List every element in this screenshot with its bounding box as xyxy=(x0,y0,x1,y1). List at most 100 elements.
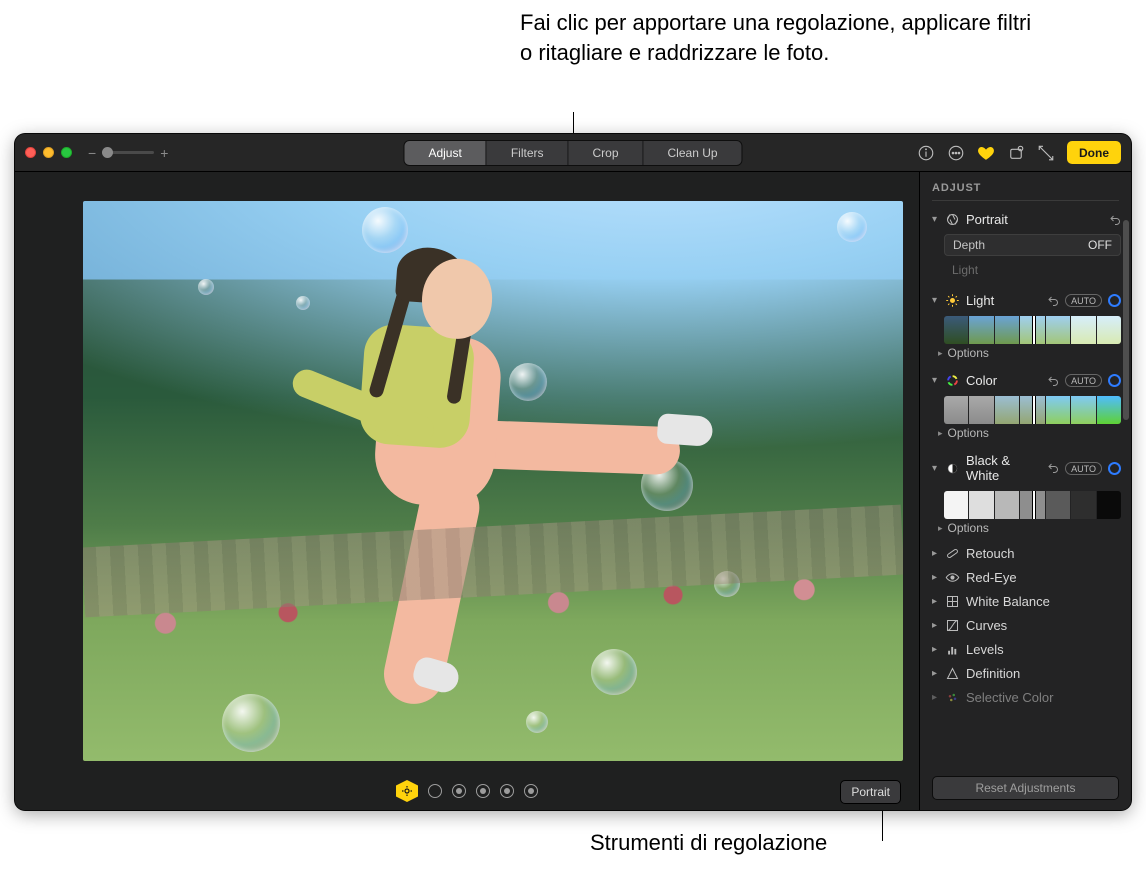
photo-preview[interactable] xyxy=(83,201,903,761)
fullscreen-window-button[interactable] xyxy=(61,147,72,158)
portrait-light-row: Light xyxy=(944,260,1121,280)
options-label: Options xyxy=(948,346,989,360)
bw-half-circle-icon xyxy=(945,461,960,476)
section-color-header[interactable]: ▾ Color AUTO xyxy=(920,368,1131,393)
canvas-area: Portrait xyxy=(15,172,919,810)
histogram-icon xyxy=(945,642,960,657)
chevron-right-icon: ▸ xyxy=(930,668,939,679)
enable-ring-icon[interactable] xyxy=(1108,462,1121,475)
undo-icon[interactable] xyxy=(1047,462,1059,474)
chevron-down-icon: ▾ xyxy=(930,375,939,386)
section-retouch[interactable]: ▸ Retouch xyxy=(920,541,1131,565)
auto-button[interactable]: AUTO xyxy=(1065,294,1102,307)
section-white-balance[interactable]: ▸ White Balance xyxy=(920,589,1131,613)
zoom-slider[interactable] xyxy=(102,151,154,154)
chevron-right-icon: ▸ xyxy=(930,692,939,703)
lighting-option-4[interactable] xyxy=(500,784,514,798)
section-light-title: Light xyxy=(966,293,1041,308)
more-icon[interactable] xyxy=(947,144,965,162)
section-definition[interactable]: ▸ Definition xyxy=(920,661,1131,685)
section-color-title: Color xyxy=(966,373,1041,388)
chevron-right-icon: ▸ xyxy=(930,572,939,583)
done-button[interactable]: Done xyxy=(1067,141,1121,164)
options-label: Options xyxy=(948,521,989,535)
sidebar-scrollbar[interactable] xyxy=(1123,220,1129,420)
light-thumb-strip[interactable] xyxy=(944,316,1121,344)
section-levels[interactable]: ▸ Levels xyxy=(920,637,1131,661)
section-portrait-header[interactable]: ▾ Portrait xyxy=(920,207,1131,232)
color-thumb-strip[interactable] xyxy=(944,396,1121,424)
portrait-aperture-icon xyxy=(945,212,960,227)
annotation-bottom-text: Strumenti di regolazione xyxy=(590,830,827,856)
info-icon[interactable] xyxy=(917,144,935,162)
grid-icon xyxy=(945,594,960,609)
section-light: ▾ Light AUTO xyxy=(920,286,1131,366)
light-options[interactable]: ▸ Options xyxy=(938,346,1121,360)
eye-icon xyxy=(945,570,960,585)
tab-clean-up[interactable]: Clean Up xyxy=(643,141,742,165)
section-red-eye[interactable]: ▸ Red-Eye xyxy=(920,565,1131,589)
photos-edit-window: − + Adjust Filters Crop Clean Up xyxy=(15,134,1131,810)
favorite-heart-icon[interactable] xyxy=(977,144,995,162)
color-options[interactable]: ▸ Options xyxy=(938,426,1121,440)
section-color: ▾ Color AUTO xyxy=(920,366,1131,446)
subject-figure xyxy=(314,242,794,709)
chevron-right-icon: ▸ xyxy=(930,548,939,559)
auto-button[interactable]: AUTO xyxy=(1065,374,1102,387)
depth-row[interactable]: Depth OFF xyxy=(944,234,1121,256)
section-bw: ▾ Black & White AUTO xyxy=(920,446,1131,541)
undo-icon[interactable] xyxy=(1109,214,1121,226)
zoom-control: − + xyxy=(88,145,168,161)
chevron-right-icon: ▸ xyxy=(930,596,939,607)
chevron-down-icon: ▾ xyxy=(930,214,939,225)
zoom-out-icon[interactable]: − xyxy=(88,145,96,161)
tab-adjust[interactable]: Adjust xyxy=(404,141,485,165)
close-window-button[interactable] xyxy=(25,147,36,158)
section-light-header[interactable]: ▾ Light AUTO xyxy=(920,288,1131,313)
section-bw-header[interactable]: ▾ Black & White AUTO xyxy=(920,448,1131,488)
toolbar: − + Adjust Filters Crop Clean Up xyxy=(15,134,1131,172)
enable-ring-icon[interactable] xyxy=(1108,374,1121,387)
chevron-right-icon: ▸ xyxy=(930,644,939,655)
undo-icon[interactable] xyxy=(1047,375,1059,387)
portrait-badge-icon[interactable] xyxy=(396,780,418,802)
adjust-sidebar: ADJUST ▾ Portrait Dep xyxy=(919,172,1131,810)
portrait-mode-pill[interactable]: Portrait xyxy=(840,780,901,804)
photo-viewport xyxy=(15,172,919,772)
section-portrait: ▾ Portrait Depth OFF Light xyxy=(920,205,1131,286)
section-bw-title: Black & White xyxy=(966,453,1041,483)
reset-area: Reset Adjustments xyxy=(920,768,1131,810)
bw-options[interactable]: ▸ Options xyxy=(938,521,1121,535)
color-wheel-icon xyxy=(945,373,960,388)
tab-filters[interactable]: Filters xyxy=(486,141,568,165)
reset-adjustments-button[interactable]: Reset Adjustments xyxy=(932,776,1119,800)
lighting-option-5[interactable] xyxy=(524,784,538,798)
extensions-icon[interactable] xyxy=(1007,144,1025,162)
section-portrait-title: Portrait xyxy=(966,212,1103,227)
undo-icon[interactable] xyxy=(1047,295,1059,307)
section-selective-color[interactable]: ▸ Selective Color xyxy=(920,685,1131,709)
lighting-option-2[interactable] xyxy=(452,784,466,798)
bw-thumb-strip[interactable] xyxy=(944,491,1121,519)
bottom-controls: Portrait xyxy=(15,772,919,810)
curves-icon xyxy=(945,618,960,633)
tab-crop[interactable]: Crop xyxy=(567,141,642,165)
annotation-top-text: Fai clic per apportare una regolazione, … xyxy=(520,8,1040,67)
bandage-icon xyxy=(945,546,960,561)
section-curves[interactable]: ▸ Curves xyxy=(920,613,1131,637)
window-controls xyxy=(25,147,72,158)
toolbar-right: Done xyxy=(917,141,1121,164)
zoom-in-icon[interactable]: + xyxy=(160,145,168,161)
palette-icon xyxy=(945,690,960,705)
lighting-option-3[interactable] xyxy=(476,784,490,798)
light-sun-icon xyxy=(945,293,960,308)
lighting-option-1[interactable] xyxy=(428,784,442,798)
options-label: Options xyxy=(948,426,989,440)
edit-mode-tabs: Adjust Filters Crop Clean Up xyxy=(403,140,742,166)
enable-ring-icon[interactable] xyxy=(1108,294,1121,307)
rotate-icon[interactable] xyxy=(1037,144,1055,162)
minimize-window-button[interactable] xyxy=(43,147,54,158)
chevron-down-icon: ▾ xyxy=(930,463,939,474)
triangle-icon xyxy=(945,666,960,681)
auto-button[interactable]: AUTO xyxy=(1065,462,1102,475)
